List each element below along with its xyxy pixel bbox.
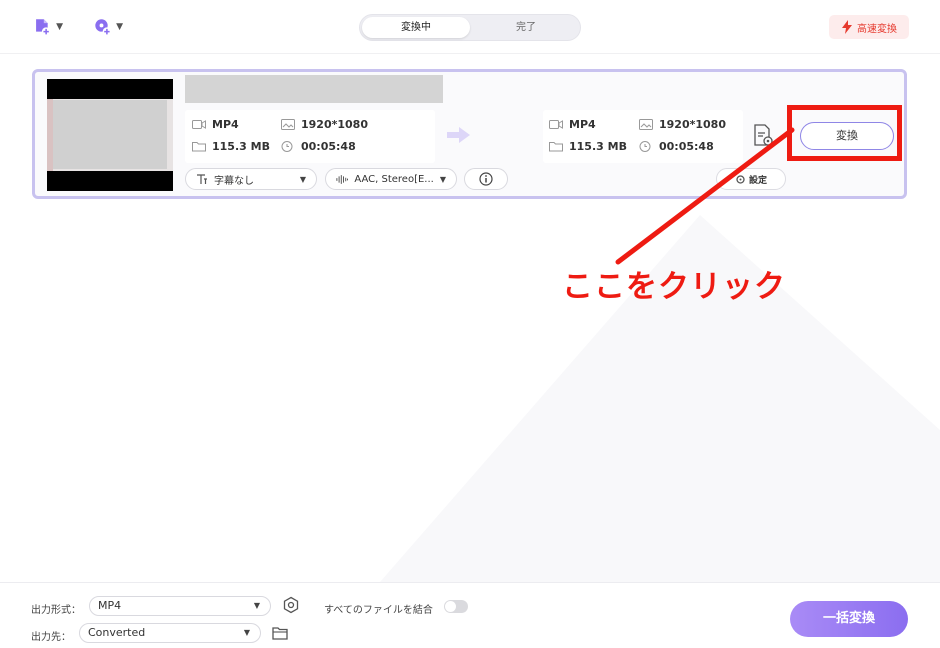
info-icon	[479, 172, 493, 186]
file-settings-icon[interactable]	[753, 124, 775, 148]
chevron-down-icon: ▼	[299, 174, 306, 184]
format-settings-icon[interactable]	[282, 596, 300, 614]
output-destination-value: Converted	[88, 626, 146, 639]
subtitle-label: 字幕なし	[214, 175, 254, 187]
resolution-icon	[639, 119, 653, 130]
arrow-right-icon	[447, 127, 470, 143]
waveform-icon	[336, 174, 348, 184]
info-button[interactable]	[464, 168, 508, 190]
target-resolution: 1920*1080	[659, 118, 726, 131]
chevron-down-icon: ▼	[56, 22, 63, 32]
source-info-panel: MP4 115.3 MB 1920*1080 00:05:48	[185, 110, 435, 163]
add-dvd-button[interactable]: ▼	[93, 14, 123, 40]
subtitle-select[interactable]: 字幕なし ▼	[185, 168, 317, 190]
bottom-bar: 出力形式： MP4 ▼ すべてのファイルを結合 出力先： Converted ▼…	[0, 582, 940, 648]
target-size: 115.3 MB	[569, 140, 627, 153]
chevron-down-icon: ▼	[439, 174, 446, 184]
folder-icon	[549, 142, 563, 152]
file-card: MP4 115.3 MB 1920*1080 00:05:48 MP4 115.…	[32, 69, 907, 199]
text-icon	[197, 173, 207, 184]
video-thumbnail[interactable]	[47, 79, 173, 191]
file-name-redacted	[185, 75, 443, 103]
clock-icon	[281, 141, 293, 152]
source-resolution: 1920*1080	[301, 118, 368, 131]
lightning-icon	[842, 20, 852, 34]
thumbnail-redacted	[53, 100, 167, 169]
gear-icon	[736, 174, 745, 184]
tab-completed[interactable]: 完了	[472, 17, 580, 38]
source-duration: 00:05:48	[301, 140, 356, 153]
merge-files-label: すべてのファイルを結合	[324, 605, 433, 616]
add-file-icon	[36, 19, 51, 36]
add-dvd-icon	[95, 19, 112, 36]
output-destination-label: 出力先：	[31, 632, 71, 643]
folder-icon	[192, 142, 206, 152]
output-format-select[interactable]: MP4 ▼	[89, 596, 271, 616]
chevron-down-icon: ▼	[243, 628, 250, 637]
settings-button[interactable]: 設定	[716, 168, 786, 190]
chevron-down-icon: ▼	[253, 601, 260, 610]
audio-track-select[interactable]: AAC, Stereo[E... ▼	[325, 168, 457, 190]
audio-label: AAC, Stereo[E...	[354, 173, 434, 185]
video-icon	[192, 120, 206, 129]
status-tabs: 変換中 完了	[359, 14, 581, 41]
target-duration: 00:05:48	[659, 140, 714, 153]
merge-files-toggle[interactable]	[444, 600, 468, 613]
output-destination-select[interactable]: Converted ▼	[79, 623, 261, 643]
tab-converting[interactable]: 変換中	[362, 17, 470, 38]
video-icon	[549, 120, 563, 129]
annotation-highlight-box	[787, 105, 902, 161]
clock-icon	[639, 141, 651, 152]
output-format-value: MP4	[98, 599, 122, 612]
source-format: MP4	[212, 118, 239, 131]
batch-convert-button[interactable]: 一括変換	[790, 601, 908, 637]
resolution-icon	[281, 119, 295, 130]
fast-convert-button[interactable]: 高速変換	[829, 15, 909, 39]
add-file-button[interactable]: ▼	[33, 14, 63, 40]
target-info-panel: MP4 115.3 MB 1920*1080 00:05:48	[543, 110, 743, 163]
fast-convert-label: 高速変換	[857, 23, 897, 35]
output-format-label: 出力形式：	[31, 605, 81, 616]
target-format: MP4	[569, 118, 596, 131]
annotation-label: ここをクリック	[562, 269, 786, 305]
chevron-down-icon: ▼	[116, 22, 123, 32]
folder-icon[interactable]	[272, 626, 288, 640]
settings-label: 設定	[748, 175, 767, 186]
source-size: 115.3 MB	[212, 140, 270, 153]
top-toolbar: ▼ ▼ 変換中 完了 高速変換	[0, 0, 940, 54]
